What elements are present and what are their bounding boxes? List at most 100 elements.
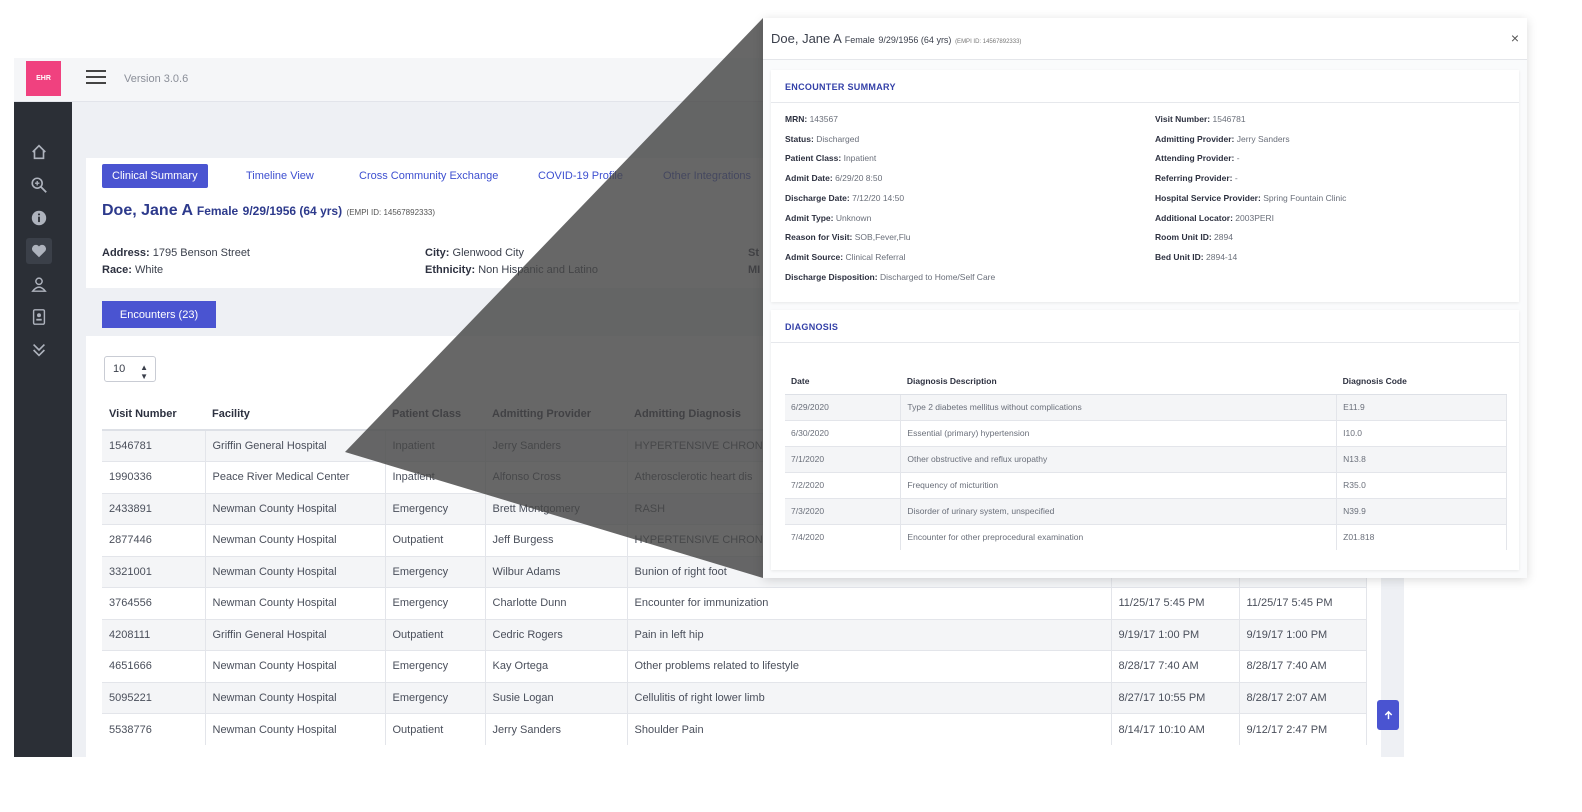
patient-dob: 9/29/1956 (64 yrs)	[242, 204, 343, 218]
table-cell: Other obstructive and reflux uropathy	[900, 445, 1338, 472]
summary-field: Attending Provider: -	[1155, 153, 1240, 164]
ethnicity-field: Ethnicity: Non Hispanic and Latino	[425, 264, 599, 276]
table-cell: Griffin General Hospital	[205, 429, 386, 462]
table-row[interactable]: 4208111 Griffin General Hospital Outpatien…	[102, 618, 1367, 651]
table-cell: Kay Ortega	[485, 650, 628, 682]
table-row[interactable]: 3764556 Newman County Hospital Emergency Ch…	[102, 587, 1367, 619]
column-header[interactable]: Diagnosis Code	[1336, 368, 1507, 395]
column-header[interactable]: Diagnosis Description	[900, 368, 1337, 395]
diagnosis-section: DIAGNOSIS Date Diagnosis Description Diagn…	[771, 310, 1519, 570]
id-badge-icon[interactable]	[26, 304, 52, 330]
table-row[interactable]: 5095221 Newman County Hospital Emergency Su…	[102, 681, 1367, 714]
modal-patient-name: Doe, Jane A	[771, 31, 842, 46]
table-cell: 7/2/2020	[785, 471, 902, 498]
table-row[interactable]: 5538776 Newman County Hospital Outpatient J…	[102, 713, 1367, 745]
table-cell: Griffin General Hospital	[205, 618, 386, 651]
page-size-value: 10	[113, 363, 126, 375]
table-cell: Wilbur Adams	[485, 555, 628, 588]
table-cell: Emergency	[385, 492, 486, 525]
encounter-summary-section: ENCOUNTER SUMMARY MRN: 143567 Status: Dis…	[771, 70, 1519, 302]
close-icon[interactable]: ×	[1511, 30, 1519, 46]
table-row: 7/3/2020 Disorder of urinary system, unsp…	[785, 497, 1507, 524]
section-divider	[771, 102, 1519, 103]
heart-icon[interactable]	[26, 238, 52, 264]
column-header[interactable]: Admitting Provider	[485, 398, 627, 431]
section-divider	[771, 342, 1519, 343]
race-field: Race: White	[102, 264, 164, 276]
double-chevron-down-icon[interactable]	[26, 337, 52, 363]
modal-patient-dob: 9/29/1956 (64 yrs)	[878, 35, 952, 45]
sidebar	[14, 102, 72, 757]
table-cell: Inpatient	[385, 461, 486, 493]
summary-field: Bed Unit ID: 2894-14	[1155, 251, 1238, 262]
table-cell: Emergency	[385, 587, 486, 619]
table-cell: Jerry Sanders	[485, 713, 628, 745]
table-cell: 2877446	[102, 524, 206, 556]
table-cell: 11/25/17 5:45 PM	[1239, 587, 1367, 619]
table-cell: Emergency	[385, 681, 486, 714]
column-header[interactable]: Patient Class	[385, 398, 485, 431]
table-cell: Newman County Hospital	[205, 650, 386, 682]
modal-patient-empi: (EMPI ID: 14567892333)	[955, 39, 1022, 45]
tab-timeline-view[interactable]: Timeline View	[236, 164, 324, 188]
summary-field: Visit Number: 1546781	[1155, 114, 1246, 124]
summary-field: Additional Locator: 2003PERI	[1155, 212, 1275, 223]
patient-title: Doe, Jane A Female 9/29/1956 (64 yrs) (E…	[102, 202, 435, 220]
table-cell: Susie Logan	[485, 681, 628, 714]
zoom-icon[interactable]	[26, 172, 52, 198]
table-cell: Inpatient	[385, 429, 486, 462]
summary-field: Referring Provider: -	[1155, 173, 1238, 184]
table-cell: Newman County Hospital	[205, 555, 386, 588]
table-cell: 7/3/2020	[785, 497, 902, 524]
table-cell: Encounter for immunization	[627, 587, 1112, 619]
summary-field: Admit Source: Clinical Referral	[785, 251, 906, 262]
city-field: City: Glenwood City	[425, 247, 525, 259]
table-cell: 1990336	[102, 461, 206, 493]
table-row: 6/29/2020 Type 2 diabetes mellitus withou…	[785, 393, 1507, 420]
select-caret-icon: ▲ ▼	[140, 363, 148, 381]
table-cell: Cedric Rogers	[485, 618, 628, 651]
table-cell: 7/4/2020	[785, 523, 902, 550]
home-icon[interactable]	[26, 139, 52, 165]
menu-toggle-icon[interactable]	[86, 70, 106, 86]
scroll-to-top-button[interactable]	[1377, 700, 1399, 730]
info-icon[interactable]	[26, 205, 52, 231]
table-cell: 4651666	[102, 650, 206, 682]
table-cell: Newman County Hospital	[205, 713, 386, 745]
tab-cross-community-exchange[interactable]: Cross Community Exchange	[349, 164, 508, 188]
column-header[interactable]: Date	[785, 368, 901, 395]
column-header[interactable]: Facility	[205, 398, 385, 431]
app-logo[interactable]: EHR	[26, 61, 61, 96]
tab-clinical-summary[interactable]: Clinical Summary	[102, 164, 208, 188]
table-cell: 6/29/2020	[785, 393, 902, 420]
table-row: 7/4/2020 Encounter for other preprocedura…	[785, 523, 1507, 550]
mi-field-stub: MI	[748, 264, 761, 276]
table-cell: 8/28/17 7:40 AM	[1239, 650, 1367, 682]
table-cell: Newman County Hospital	[205, 492, 386, 525]
tab-covid-19-profile[interactable]: COVID-19 Profile	[528, 164, 633, 188]
table-cell: 9/19/17 1:00 PM	[1111, 618, 1240, 651]
table-cell: Jerry Sanders	[485, 429, 628, 462]
summary-field: Room Unit ID: 2894	[1155, 232, 1233, 243]
table-cell: 3764556	[102, 587, 206, 619]
encounters-button[interactable]: Encounters (23)	[102, 301, 216, 328]
table-row: 6/30/2020 Essential (primary) hypertensio…	[785, 419, 1507, 446]
modal-title: Doe, Jane A Female 9/29/1956 (64 yrs) (E…	[771, 31, 1021, 46]
table-cell: Outpatient	[385, 524, 486, 556]
patient-empi: (EMPI ID: 14567892333)	[346, 208, 436, 217]
table-cell: Newman County Hospital	[205, 524, 386, 556]
summary-field: Discharge Disposition: Discharged to Hom…	[785, 271, 996, 282]
user-nurse-icon[interactable]	[26, 271, 52, 297]
tab-other-integrations[interactable]: Other Integrations	[653, 164, 761, 188]
table-cell: Outpatient	[385, 713, 486, 745]
table-cell: Outpatient	[385, 618, 486, 651]
table-row: 7/1/2020 Other obstructive and reflux uro…	[785, 445, 1507, 472]
table-cell: 5095221	[102, 681, 206, 714]
column-header[interactable]: Visit Number	[102, 398, 205, 431]
page-size-select[interactable]: 10 ▲ ▼	[104, 356, 156, 382]
version-label: Version 3.0.6	[124, 73, 189, 85]
table-cell: 9/19/17 1:00 PM	[1239, 618, 1367, 651]
table-row[interactable]: 4651666 Newman County Hospital Emergency Ka…	[102, 650, 1367, 682]
table-cell: Peace River Medical Center	[205, 461, 386, 493]
patient-sex: Female	[196, 204, 239, 218]
